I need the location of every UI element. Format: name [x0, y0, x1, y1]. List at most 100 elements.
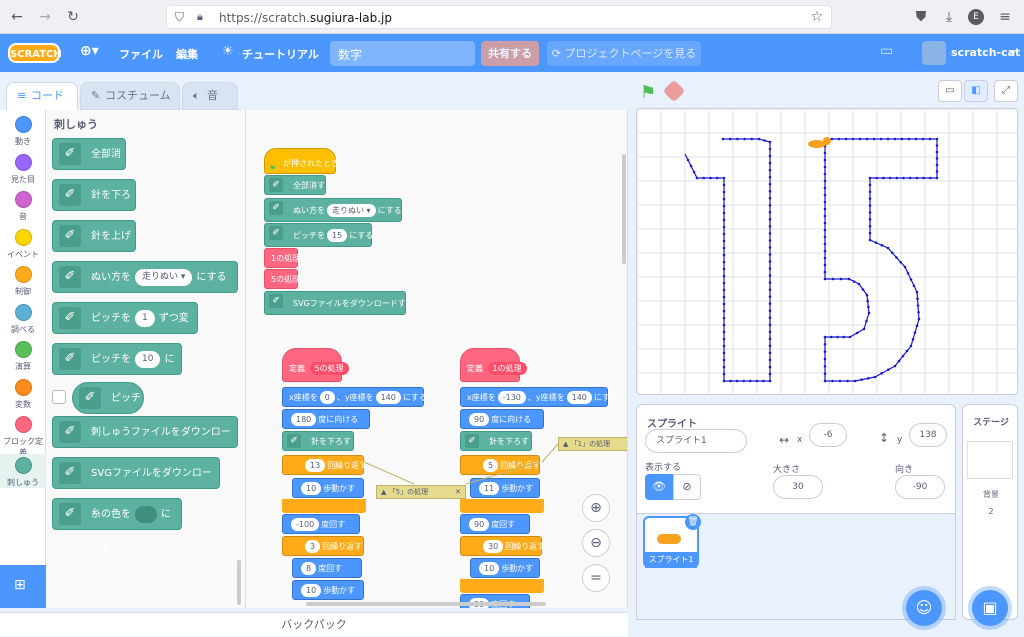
- shield-icon[interactable]: ⛉: [175, 10, 184, 25]
- trash-icon[interactable]: 🗑︎: [685, 514, 701, 530]
- workspace-scrollbar-v[interactable]: [622, 154, 626, 264]
- comment-line: [465, 461, 541, 485]
- chevron-down-icon[interactable]: ▾: [1010, 46, 1016, 59]
- category-item[interactable]: 制御: [0, 266, 46, 297]
- pitch-set-input[interactable]: 10: [135, 350, 161, 368]
- reporter-pitch[interactable]: ✐ ピッチ: [72, 382, 144, 414]
- menu-edit[interactable]: 編集: [176, 46, 198, 62]
- block-pen-down[interactable]: ✐針を下ろす: [52, 179, 136, 233]
- add-extension-button[interactable]: ⊞: [0, 565, 46, 608]
- tab-sounds[interactable]: 🔈︎ 音: [182, 82, 238, 110]
- stitch-point: [768, 225, 772, 228]
- category-item[interactable]: ブロック定義: [0, 416, 46, 458]
- stitch-point: [882, 176, 885, 180]
- stitch-point: [872, 137, 876, 141]
- stitch-point: [755, 379, 759, 383]
- stage-thumbnail[interactable]: [967, 441, 1013, 479]
- workspace-scrollbar-h[interactable]: [306, 602, 546, 606]
- show-label: 表示する: [645, 463, 682, 473]
- stitch-point: [768, 288, 772, 291]
- color-swatch[interactable]: [135, 505, 157, 523]
- see-project-page-button[interactable]: ⟳ プロジェクトページを見る: [547, 41, 701, 66]
- cat-sprite[interactable]: [808, 137, 831, 148]
- code-workspace[interactable]: ⚑ が押されたとき ✐ 全部消す ✐ ぬい方を 走りぬい ▾ にする ✐ ピッチを 15 にする…: [246, 110, 628, 608]
- project-title-input[interactable]: 数字: [330, 41, 475, 66]
- comment-5[interactable]: ▲ 「5」の処理 ✕: [376, 485, 466, 499]
- stitch-point: [722, 190, 726, 194]
- lightbulb-icon[interactable]: ☀: [222, 44, 234, 59]
- category-item[interactable]: 見た目: [0, 153, 46, 185]
- block-thread-color[interactable]: ✐ 糸の色を にする: [52, 498, 182, 552]
- backpack-bar[interactable]: バックパック: [0, 612, 628, 636]
- stop-icon[interactable]: [662, 79, 686, 103]
- add-backdrop-button[interactable]: ▣: [972, 590, 1008, 626]
- category-item[interactable]: 音: [0, 191, 46, 222]
- block-download-embroidery[interactable]: ✐刺しゅうファイルをダウンロードする: [52, 416, 238, 470]
- show-hidden-button[interactable]: ⊘: [673, 474, 701, 500]
- add-sprite-button[interactable]: ☺: [906, 590, 942, 626]
- pitch-change-input[interactable]: 1: [135, 309, 155, 327]
- block-clear[interactable]: ✐全部消す: [52, 138, 126, 192]
- category-item[interactable]: 演算: [0, 341, 46, 372]
- forward-icon[interactable]: →: [36, 8, 54, 26]
- menu-icon[interactable]: ≡: [996, 8, 1014, 26]
- menu-tutorial[interactable]: チュートリアル: [242, 46, 319, 62]
- palette-scrollbar[interactable]: [237, 560, 241, 605]
- menu-file[interactable]: ファイル: [119, 46, 163, 62]
- zoom-in-button[interactable]: ⊕: [582, 494, 610, 522]
- stitch-dropdown[interactable]: 走りぬい ▾: [135, 268, 193, 286]
- category-dot: [14, 341, 32, 358]
- scratch-logo[interactable]: SCRATCH: [8, 43, 62, 63]
- fullscreen-button[interactable]: ⤢: [994, 80, 1018, 102]
- category-item[interactable]: イベント: [0, 228, 46, 260]
- stitch-point: [768, 323, 772, 327]
- pocket-icon[interactable]: ⛊: [912, 8, 930, 26]
- x-input[interactable]: -6: [809, 423, 847, 447]
- stitch-point: [722, 344, 726, 348]
- close-icon[interactable]: ✕: [455, 486, 461, 498]
- stitch-point: [867, 311, 871, 315]
- address-bar[interactable]: ⛉ 🔒︎ https://scratch.sugiura-lab.jp ☆: [166, 5, 832, 29]
- account-avatar[interactable]: E: [968, 9, 984, 25]
- block-download-svg[interactable]: ✐SVGファイルをダウンロードする: [52, 457, 220, 511]
- normal-stage-button[interactable]: ◧: [964, 80, 988, 102]
- download-icon[interactable]: ⤓: [940, 8, 958, 26]
- stitch-point: [768, 246, 772, 249]
- browser-toolbar: ← → ↻ ⛉ 🔒︎ https://scratch.sugiura-lab.j…: [0, 0, 1024, 34]
- stage-canvas[interactable]: [636, 108, 1018, 395]
- size-input[interactable]: 30: [773, 475, 823, 499]
- globe-icon[interactable]: ⊕▾: [80, 43, 99, 59]
- show-visible-button[interactable]: 👁︎: [645, 474, 673, 500]
- category-item[interactable]: 変数: [0, 378, 46, 410]
- bookmark-star-icon[interactable]: ☆: [810, 9, 823, 25]
- block-pen-up[interactable]: ✐針を上げる: [52, 220, 136, 274]
- sprite-name-input[interactable]: スプライト1: [645, 429, 747, 453]
- comment-1[interactable]: ▲ 「1」の処理: [558, 437, 627, 451]
- category-item[interactable]: 調べる: [0, 303, 46, 335]
- zoom-out-button[interactable]: ⊖: [582, 529, 610, 557]
- block-set-pitch[interactable]: ✐ピッチを10にする: [52, 343, 182, 397]
- y-input[interactable]: 138: [909, 423, 947, 447]
- reload-icon[interactable]: ↻: [64, 8, 82, 26]
- zoom-reset-button[interactable]: =: [582, 564, 610, 592]
- stitch-point: [862, 327, 866, 331]
- tab-costumes[interactable]: ✎ コスチューム: [80, 82, 180, 110]
- share-button[interactable]: 共有する: [481, 41, 539, 66]
- block-change-pitch[interactable]: ✐ピッチを1ずつ変える: [52, 302, 198, 356]
- small-stage-button[interactable]: ▭: [938, 80, 962, 102]
- stitch-point: [823, 193, 827, 197]
- block-stitch-type[interactable]: ✐ ぬい方を 走りぬい ▾ にする: [52, 261, 238, 293]
- stitch-point: [722, 281, 726, 285]
- user-avatar[interactable]: [922, 41, 946, 65]
- pitch-monitor-checkbox[interactable]: [52, 390, 66, 404]
- category-item[interactable]: 刺しゅう: [0, 453, 46, 488]
- direction-input[interactable]: -90: [895, 475, 945, 499]
- tab-code[interactable]: ≡ コード: [6, 82, 78, 110]
- comment-connectors: [363, 443, 559, 485]
- category-label: 刺しゅう: [7, 477, 39, 487]
- stitch-point: [722, 204, 726, 208]
- category-item[interactable]: 動き: [0, 116, 46, 147]
- green-flag-icon[interactable]: ⚑: [640, 82, 656, 103]
- folder-icon[interactable]: ▭: [880, 43, 893, 59]
- back-icon[interactable]: ←: [8, 8, 26, 26]
